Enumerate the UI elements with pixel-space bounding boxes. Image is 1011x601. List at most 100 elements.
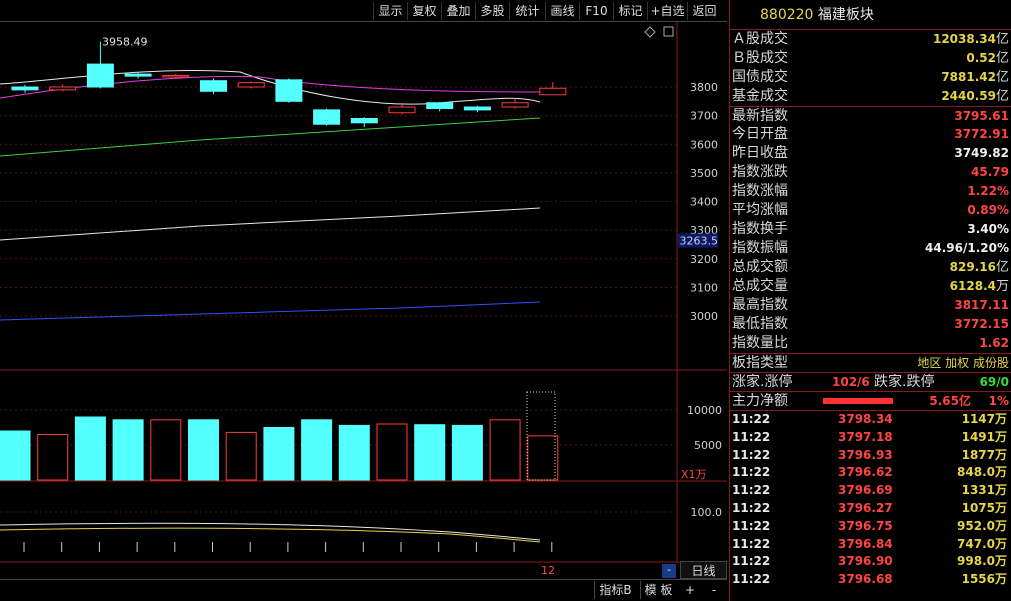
stat-row: 国债成交 7881.42亿 (730, 68, 1011, 87)
ma120-line (0, 301, 541, 321)
stat-row: 指数量比 1.62 (730, 334, 1011, 353)
stat-label: 总成交额 (732, 259, 788, 275)
stat-value: 3795.61 (954, 109, 1009, 123)
stat-value: 1.62 (979, 336, 1009, 350)
index-code: 880220 (760, 7, 814, 23)
stat-label: 国债成交 (732, 69, 788, 85)
volume-bar (225, 431, 257, 481)
volume-bar (376, 423, 408, 481)
tab-indicator-b[interactable]: 指标B (594, 581, 636, 599)
tick-volume: 1331万 (961, 483, 1007, 498)
tick-time: 11:22 (732, 572, 771, 587)
tab-template[interactable]: 模 板 (640, 581, 676, 599)
candle-body (200, 80, 227, 92)
index-name: 福建板块 (817, 7, 874, 23)
stat-value: 6128.4万 (949, 279, 1009, 294)
stat-value: 0.52亿 (966, 51, 1009, 66)
index-info-panel: 880220 福建板块 Ａ股成交 12038.34亿 Ｂ股成交 0.52亿 国债成交 78… (729, 0, 1011, 601)
tick-row: 11:22 3796.84 747.0万 (730, 536, 1011, 554)
price-axis-label: 3200 (690, 253, 718, 266)
volume-bar (150, 419, 182, 481)
tick-price: 3796.75 (838, 518, 893, 533)
bottom-tab-bar: 指标B 模 板 + - (0, 579, 727, 601)
tick-volume: 1147万 (961, 412, 1007, 426)
stat-row: 总成交额 829.16亿 (730, 258, 1011, 277)
stat-value: 3817.11 (954, 298, 1009, 312)
stat-label: 指数振幅 (732, 240, 788, 256)
up-value: 102/6 (832, 375, 870, 389)
stat-row: 基金成交 2440.59亿 (730, 87, 1011, 106)
candle-body (350, 117, 378, 124)
tick-row: 11:22 3796.93 1877万 (730, 447, 1011, 465)
period-selector[interactable]: 日线 (680, 561, 727, 579)
tick-price: 3798.34 (838, 412, 893, 426)
stat-unit: 亿 (995, 32, 1009, 47)
stat-row: 总成交量 6128.4万 (730, 277, 1011, 296)
toolbar-button-3[interactable]: 多股 (475, 2, 509, 20)
volume-bar (301, 419, 333, 481)
date-label: 12 (541, 564, 555, 577)
candle-body (388, 106, 416, 114)
down-label: 跌家.跌停 (874, 374, 935, 390)
kline-chart[interactable]: 3800370036003500340033003200310030003263… (0, 22, 727, 579)
stat-value: 0.89% (967, 203, 1009, 217)
volume-unit: X1万 (681, 468, 707, 481)
indicator-line-1 (0, 522, 541, 541)
candle-body (49, 86, 77, 91)
price-axis-label: 3000 (690, 310, 718, 323)
stat-label: Ａ股成交 (732, 31, 788, 47)
zoom-out-button[interactable]: - (704, 581, 724, 599)
candle-body (463, 106, 491, 111)
stat-label: 指数量比 (732, 335, 788, 351)
toolbar-button-7[interactable]: 标记 (613, 2, 647, 20)
tick-list: 11:22 3798.34 1147万 11:22 3797.18 1491万 11:22 3… (730, 410, 1011, 589)
panel-header: 880220 福建板块 (730, 0, 1011, 30)
stat-row: 指数换手 3.40% (730, 220, 1011, 239)
volume-axis-label: 10000 (687, 404, 722, 417)
index-type-label: 板指类型 (732, 355, 788, 371)
tick-volume: 952.0万 (957, 518, 1007, 533)
indicator-line-2 (0, 527, 541, 543)
stat-value: 7881.42亿 (941, 70, 1009, 85)
main-flow-pct: 1% (988, 394, 1009, 408)
stat-value: 44.96/1.20% (925, 241, 1009, 255)
stat-value: 3772.15 (954, 317, 1009, 331)
tick-row: 11:22 3798.34 1147万 (730, 411, 1011, 429)
toolbar-button-6[interactable]: F10 (579, 2, 613, 20)
stat-label: 指数涨跌 (732, 164, 788, 180)
stat-value: 3749.82 (954, 146, 1009, 160)
volume-bar (263, 427, 295, 481)
tick-price: 3796.93 (838, 447, 893, 462)
candle-body (86, 63, 114, 88)
main-flow-row: 主力净额 5.65亿 1% (730, 391, 1011, 410)
updown-row: 涨家.涨停 102/6 跌家.跌停 69/0 (730, 372, 1011, 391)
stat-row: 平均涨幅 0.89% (730, 201, 1011, 220)
stat-value: 3772.91 (954, 127, 1009, 141)
tick-time: 11:22 (732, 518, 771, 533)
toolbar-button-5[interactable]: 画线 (545, 2, 579, 20)
candle-body (501, 102, 529, 108)
tick-row: 11:22 3796.90 998.0万 (730, 553, 1011, 571)
toolbar-button-9[interactable]: 返回 (687, 2, 721, 20)
candle-body (275, 79, 303, 102)
toolbar-button-1[interactable]: 复权 (407, 2, 441, 20)
volume-bar (112, 419, 144, 481)
tick-price: 3796.84 (838, 536, 893, 551)
tick-price: 3796.68 (838, 572, 893, 587)
chart-settings-icon (663, 26, 674, 37)
stat-label: 最高指数 (732, 297, 788, 313)
toolbar-button-0[interactable]: 显示 (373, 2, 407, 20)
tick-row: 11:22 3796.68 1556万 (730, 571, 1011, 589)
current-price-tag: 3263.5 (680, 235, 719, 248)
zoom-in-button[interactable]: + (680, 581, 700, 599)
stat-row: Ｂ股成交 0.52亿 (730, 49, 1011, 68)
index-type-value[interactable]: 地区 加权 成份股 (917, 354, 1009, 373)
stat-label: 总成交量 (732, 278, 788, 294)
candle-body (162, 75, 190, 78)
scroll-marker[interactable]: - (662, 564, 676, 578)
toolbar-button-8[interactable]: +自选 (647, 2, 687, 20)
toolbar-button-2[interactable]: 叠加 (441, 2, 475, 20)
tick-time: 11:22 (732, 500, 771, 515)
chart-toolbar: 显示 复权 叠加 多股 统计 画线 F10 标记 +自选 返回 (0, 0, 727, 22)
toolbar-button-4[interactable]: 统计 (509, 2, 545, 20)
